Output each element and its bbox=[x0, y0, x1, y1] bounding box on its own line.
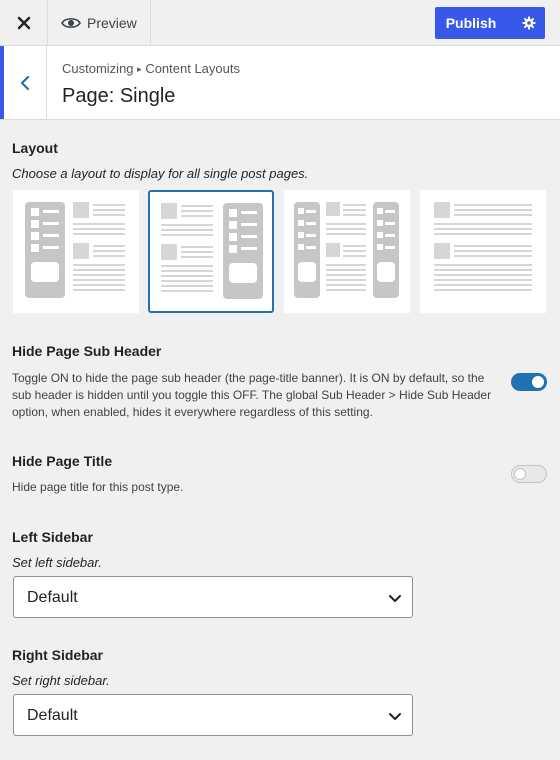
layout-title: Layout bbox=[12, 140, 58, 156]
layout-option-left-sidebar[interactable] bbox=[13, 190, 139, 313]
close-icon bbox=[17, 16, 30, 29]
eye-icon bbox=[61, 17, 81, 28]
chevron-down-icon bbox=[389, 713, 401, 720]
close-button[interactable] bbox=[0, 0, 48, 45]
page-title: Page: Single bbox=[62, 85, 176, 107]
publish-settings-button[interactable] bbox=[513, 7, 545, 39]
hide-sub-header-description: Toggle ON to hide the page sub header (t… bbox=[12, 371, 492, 419]
right-sidebar-description: Set right sidebar. bbox=[12, 673, 110, 688]
layout-left-sidebar-illustration bbox=[25, 202, 125, 298]
layout-option-right-sidebar[interactable] bbox=[148, 190, 274, 313]
breadcrumb-separator: ▸ bbox=[137, 64, 142, 74]
hide-sub-header-title: Hide Page Sub Header bbox=[12, 343, 162, 359]
breadcrumb-root: Customizing bbox=[62, 61, 134, 76]
right-sidebar-title: Right Sidebar bbox=[12, 647, 104, 663]
publish-button[interactable]: Publish bbox=[435, 7, 513, 39]
layout-option-both-sidebars[interactable] bbox=[284, 190, 410, 313]
chevron-down-icon bbox=[389, 595, 401, 602]
hide-page-title-title: Hide Page Title bbox=[12, 453, 113, 469]
hide-page-title-toggle[interactable] bbox=[511, 465, 547, 483]
breadcrumb: Customizing ▸ Content Layouts bbox=[62, 61, 240, 76]
breadcrumb-section: Content Layouts bbox=[145, 61, 240, 76]
layout-right-sidebar-illustration bbox=[161, 203, 263, 299]
left-sidebar-description: Set left sidebar. bbox=[12, 555, 102, 570]
hide-sub-header-toggle[interactable] bbox=[511, 373, 547, 391]
customizer-topbar: Preview Publish bbox=[0, 0, 560, 46]
preview-label: Preview bbox=[87, 14, 137, 31]
left-sidebar-value: Default bbox=[27, 589, 78, 606]
gear-icon bbox=[522, 16, 536, 30]
preview-button[interactable]: Preview bbox=[49, 0, 151, 45]
toggle-knob bbox=[514, 468, 526, 480]
layout-no-sidebar-illustration bbox=[434, 202, 532, 291]
left-sidebar-select[interactable]: Default bbox=[13, 576, 413, 618]
hide-page-title-description: Hide page title for this post type. bbox=[12, 480, 184, 494]
right-sidebar-select[interactable]: Default bbox=[13, 694, 413, 736]
layout-option-no-sidebar[interactable] bbox=[420, 190, 546, 313]
section-header: Customizing ▸ Content Layouts Page: Sing… bbox=[0, 46, 560, 120]
publish-group: Publish bbox=[435, 7, 545, 39]
toggle-knob bbox=[532, 376, 544, 388]
back-button[interactable] bbox=[0, 46, 47, 119]
layout-description: Choose a layout to display for all singl… bbox=[12, 166, 309, 181]
chevron-left-icon bbox=[20, 75, 30, 90]
layout-both-sidebars-illustration bbox=[294, 202, 399, 298]
right-sidebar-value: Default bbox=[27, 707, 78, 724]
left-sidebar-title: Left Sidebar bbox=[12, 529, 93, 545]
